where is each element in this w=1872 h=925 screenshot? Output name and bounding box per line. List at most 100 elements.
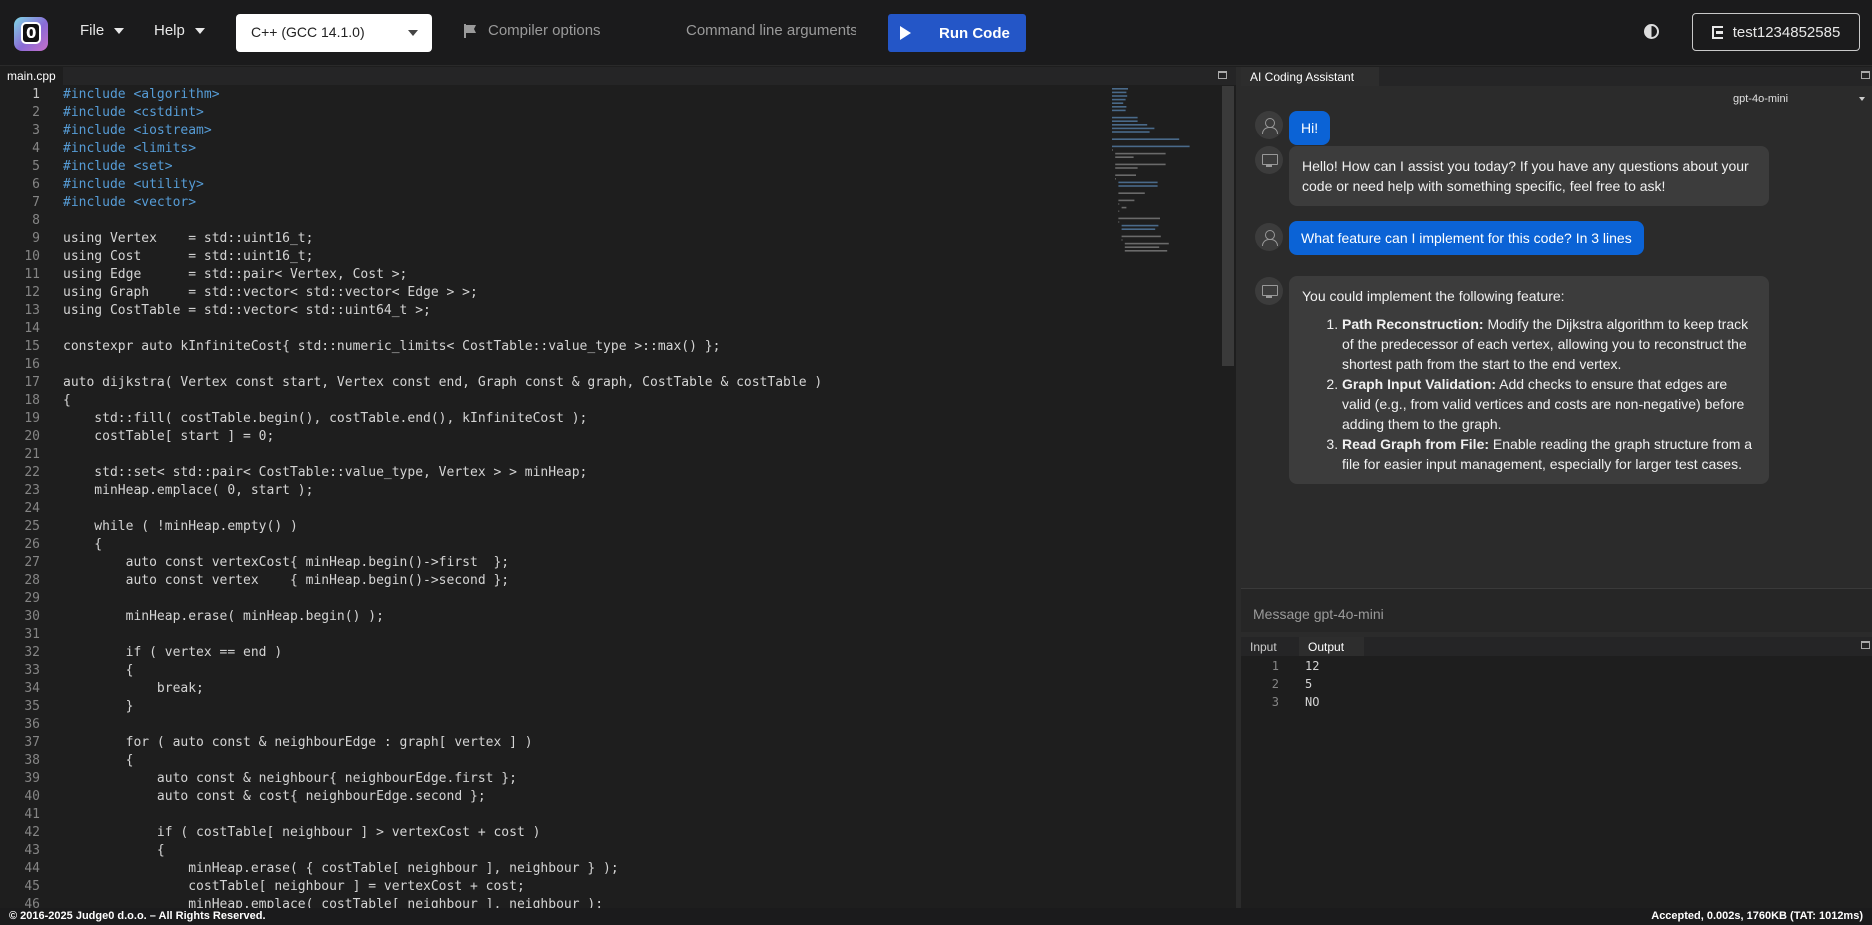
- logo-text: 0: [26, 24, 37, 42]
- code-line: 18 {: [0, 392, 1236, 410]
- assistant-tab-row: AI Coding Assistant: [1241, 67, 1872, 86]
- minimap-line: [1112, 102, 1124, 104]
- line-number: 31: [24, 627, 40, 642]
- user-account-button[interactable]: test1234852585: [1692, 13, 1860, 51]
- line-number: 14: [24, 321, 40, 336]
- code-text: #include <limits>: [63, 141, 197, 156]
- maximize-icon[interactable]: [1861, 641, 1870, 649]
- line-number: 44: [24, 861, 40, 876]
- code-line: 9 using Vertex = std::uint16_t;: [0, 230, 1236, 248]
- code-text: auto const vertexCost{ minHeap.begin()->…: [63, 555, 510, 570]
- tab-ai-coding-assistant[interactable]: AI Coding Assistant: [1241, 67, 1379, 86]
- line-number: 42: [24, 825, 40, 840]
- io-tab-row: Input Output: [1241, 637, 1872, 656]
- theme-toggle-icon[interactable]: [1644, 24, 1659, 39]
- feature-title: Graph Input Validation:: [1342, 376, 1496, 392]
- user-message: Hi!: [1289, 111, 1331, 145]
- code-line: 3 #include <iostream>: [0, 122, 1236, 140]
- minimap-line: [1112, 131, 1150, 133]
- code-line: 36: [0, 716, 1236, 734]
- user-message: What feature can I implement for this co…: [1289, 221, 1644, 255]
- code-line: 29: [0, 590, 1236, 608]
- language-select[interactable]: C++ (GCC 14.1.0): [236, 14, 432, 52]
- minimap-line: [1112, 98, 1126, 101]
- minimap-line: [1115, 174, 1136, 176]
- code-line: 6 #include <utility>: [0, 176, 1236, 194]
- run-code-button[interactable]: Run Code: [888, 14, 1026, 52]
- code-text: while ( !minHeap.empty() ): [63, 519, 298, 534]
- user-avatar-icon: [1255, 223, 1283, 251]
- code-line: 7 #include <vector>: [0, 194, 1236, 212]
- code-line: 23 minHeap.emplace( 0, start );: [0, 482, 1236, 500]
- minimap-line: [1124, 242, 1169, 245]
- minimap-line: [1118, 192, 1145, 194]
- code-text: if ( costTable[ neighbour ] > vertexCost…: [63, 825, 541, 840]
- model-select[interactable]: gpt-4o-mini: [1733, 93, 1788, 105]
- help-menu[interactable]: Help: [154, 22, 205, 39]
- line-number: 2: [32, 105, 40, 120]
- judge0-logo[interactable]: 0: [14, 17, 48, 51]
- minimap-line: [1118, 181, 1158, 184]
- tab-output[interactable]: Output: [1299, 637, 1364, 656]
- code-text: auto const & neighbour{ neighbourEdge.fi…: [63, 771, 517, 786]
- output-line-text: 5: [1305, 677, 1313, 691]
- line-number: 38: [24, 753, 40, 768]
- output-line: 1 12: [1241, 657, 1872, 675]
- output-line-number: 2: [1271, 677, 1279, 691]
- line-number: 24: [24, 501, 40, 516]
- assistant-avatar-icon: [1255, 277, 1283, 305]
- line-number: 40: [24, 789, 40, 804]
- top-bar: 0 File Help C++ (GCC 14.1.0) Compiler op…: [0, 0, 1872, 66]
- code-line: 12 using Graph = std::vector< std::vector…: [0, 284, 1236, 302]
- code-text: minHeap.erase( minHeap.begin() );: [63, 609, 384, 624]
- assistant-message-intro: You could implement the following featur…: [1302, 288, 1565, 304]
- chevron-down-icon[interactable]: [1859, 97, 1865, 101]
- line-number: 34: [24, 681, 40, 696]
- minimap-line: [1124, 250, 1168, 252]
- code-text: minHeap.emplace( 0, start );: [63, 483, 314, 498]
- output-line: 3 NO: [1241, 693, 1872, 711]
- line-number: 17: [24, 375, 40, 390]
- tab-main-cpp[interactable]: main.cpp: [0, 67, 63, 85]
- output-line-text: NO: [1305, 695, 1320, 709]
- minimap-line: [1112, 145, 1190, 148]
- message-input[interactable]: [1253, 603, 1853, 625]
- code-line: 8: [0, 212, 1236, 230]
- file-menu[interactable]: File: [80, 22, 125, 39]
- minimap-line: [1118, 217, 1160, 220]
- minimap-line: [1121, 235, 1161, 238]
- code-text: {: [63, 393, 71, 408]
- code-line: 41: [0, 806, 1236, 824]
- code-line: 19 std::fill( costTable.begin(), costTab…: [0, 410, 1236, 428]
- line-number: 13: [24, 303, 40, 318]
- code-editor-pane: main.cpp 1 #include <algorithm> 2 #include …: [0, 67, 1236, 908]
- play-icon: [900, 26, 911, 40]
- run-code-label: Run Code: [939, 24, 1010, 42]
- assistant-message: Hello! How can I assist you today? If yo…: [1289, 146, 1769, 206]
- line-number: 12: [24, 285, 40, 300]
- maximize-icon[interactable]: [1218, 71, 1227, 79]
- code-text: if ( vertex == end ): [63, 645, 283, 660]
- minimap-line: [1124, 246, 1160, 248]
- code-line: 13 using CostTable = std::vector< std::ui…: [0, 302, 1236, 320]
- code-text: auto const & cost{ neighbourEdge.second …: [63, 789, 486, 804]
- tab-input[interactable]: Input: [1241, 637, 1286, 656]
- code-line: 1 #include <algorithm>: [0, 86, 1236, 104]
- code-area[interactable]: 1 #include <algorithm> 2 #include <cstdint>…: [0, 86, 1236, 908]
- maximize-icon[interactable]: [1861, 71, 1870, 79]
- command-line-arguments-input[interactable]: Command line arguments: [676, 22, 856, 39]
- line-number: 36: [24, 717, 40, 732]
- code-text: minHeap.erase( { costTable[ neighbour ],…: [63, 861, 619, 876]
- io-pane: Input Output 1 12 2 5 3 NO: [1241, 637, 1872, 908]
- line-number: 43: [24, 843, 40, 858]
- compiler-options-button[interactable]: Compiler options: [464, 22, 601, 39]
- editor-scrollbar[interactable]: [1222, 86, 1234, 366]
- code-line: 10 using Cost = std::uint16_t;: [0, 248, 1236, 266]
- minimap-line: [1118, 210, 1120, 212]
- minimap[interactable]: [1107, 86, 1222, 426]
- code-text: using Cost = std::uint16_t;: [63, 249, 314, 264]
- assistant-message: You could implement the following featur…: [1289, 276, 1769, 484]
- code-line: 15 constexpr auto kInfiniteCost{ std::num…: [0, 338, 1236, 356]
- line-number: 37: [24, 735, 40, 750]
- flag-icon: [464, 23, 476, 38]
